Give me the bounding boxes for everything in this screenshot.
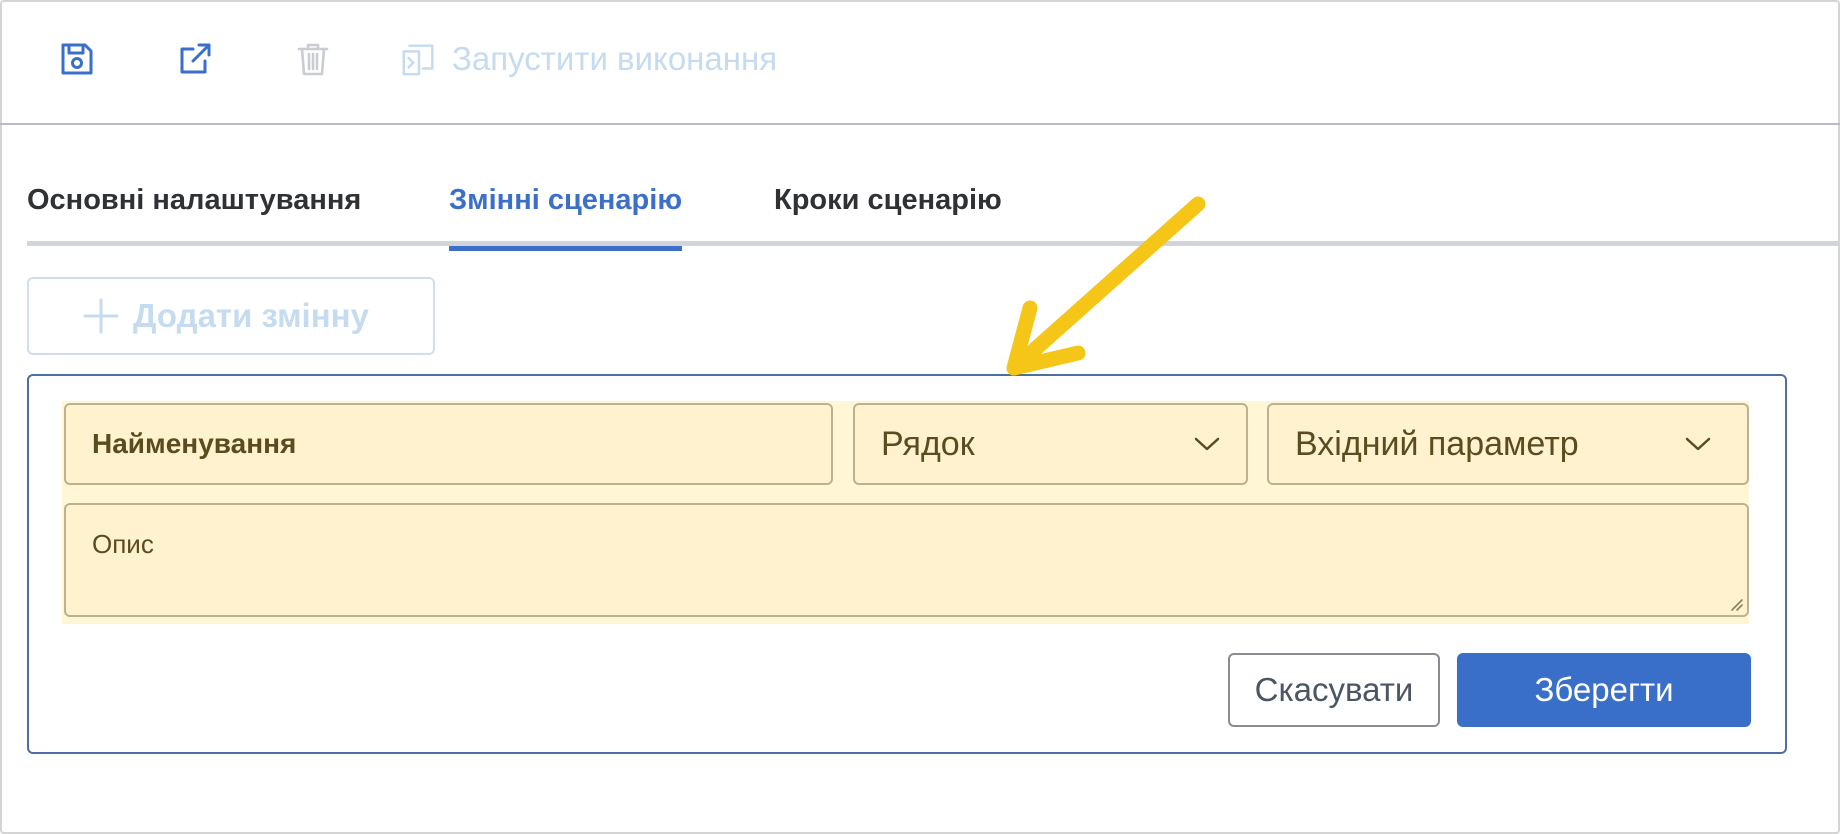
save-button[interactable]: Зберегти — [1457, 653, 1751, 727]
toolbar: Запустити виконання — [0, 0, 1840, 125]
external-link-icon[interactable] — [172, 36, 218, 82]
run-execution-label: Запустити виконання — [452, 40, 778, 77]
chevron-down-icon — [1194, 437, 1220, 451]
variable-description-field[interactable]: Опис — [64, 503, 1749, 617]
resize-handle-icon[interactable] — [1726, 594, 1744, 612]
tab-general-settings[interactable]: Основні налаштування — [27, 180, 361, 246]
tab-scenario-variables[interactable]: Змінні сценарію — [449, 180, 683, 251]
trash-icon[interactable] — [290, 36, 336, 82]
variable-name-field[interactable]: Найменування — [64, 403, 833, 485]
add-variable-button[interactable]: Додати змінну — [27, 277, 435, 355]
cancel-button[interactable]: Скасувати — [1228, 653, 1440, 727]
add-variable-label: Додати змінну — [133, 297, 369, 334]
variable-direction-select[interactable]: Вхідний параметр — [1267, 403, 1749, 485]
tab-bar: Основні налаштування Змінні сценарію Кро… — [27, 180, 1840, 251]
variable-type-select[interactable]: Рядок — [853, 403, 1248, 485]
tab-scenario-steps[interactable]: Кроки сценарію — [774, 180, 1002, 246]
chevron-down-icon — [1685, 437, 1711, 451]
save-icon[interactable] — [54, 36, 100, 82]
plus-icon — [83, 298, 119, 334]
run-execution-button[interactable]: Запустити виконання — [400, 36, 777, 82]
variable-type-value: Рядок — [881, 424, 975, 463]
variable-direction-value: Вхідний параметр — [1295, 424, 1579, 463]
annotation-arrow-icon — [1006, 196, 1206, 376]
variable-description-placeholder: Опис — [92, 529, 154, 559]
variable-name-placeholder: Найменування — [92, 428, 297, 459]
run-icon — [402, 44, 434, 76]
variable-form-card: Найменування Рядок Вхідний параметр Опис… — [27, 374, 1787, 754]
